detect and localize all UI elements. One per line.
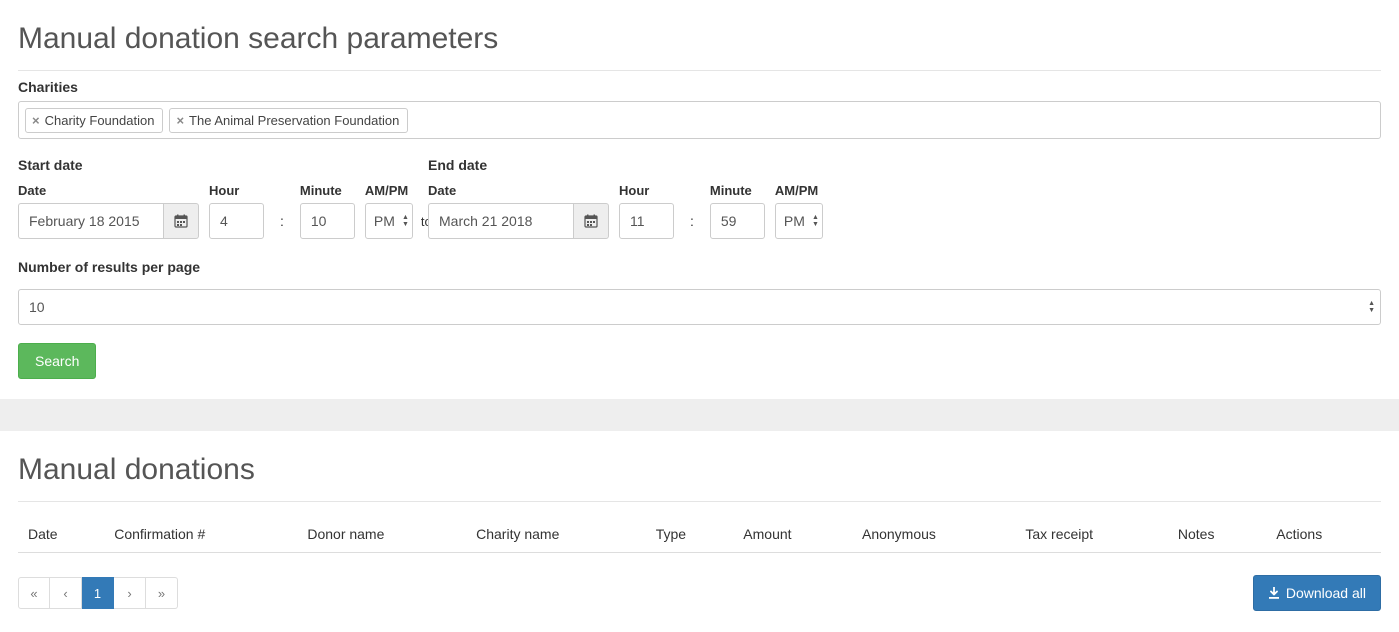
col-actions: Actions xyxy=(1266,518,1381,553)
pager-first-button[interactable]: « xyxy=(18,577,50,609)
col-date: Date xyxy=(18,518,104,553)
minute-sublabel: Minute xyxy=(300,183,355,198)
table-header-row: Date Confirmation # Donor name Charity n… xyxy=(18,518,1381,553)
charity-tag: × The Animal Preservation Foundation xyxy=(169,108,408,133)
charities-label: Charities xyxy=(18,79,1381,95)
pager-next-button[interactable]: › xyxy=(114,577,146,609)
ampm-value: PM xyxy=(374,213,395,229)
col-anonymous: Anonymous xyxy=(852,518,1015,553)
end-minute-input[interactable] xyxy=(710,203,765,239)
remove-tag-icon[interactable]: × xyxy=(176,114,184,127)
select-arrows-icon: ▲▼ xyxy=(402,214,409,228)
end-hour-input[interactable] xyxy=(619,203,674,239)
charity-tag-label: Charity Foundation xyxy=(45,113,155,128)
calendar-button[interactable] xyxy=(573,203,609,239)
section-divider xyxy=(0,399,1399,431)
date-sublabel: Date xyxy=(428,183,609,198)
download-all-button[interactable]: Download all xyxy=(1253,575,1381,611)
charities-input[interactable]: × Charity Foundation × The Animal Preser… xyxy=(18,101,1381,139)
charity-tag-label: The Animal Preservation Foundation xyxy=(189,113,399,128)
end-date-label: End date xyxy=(428,157,828,173)
start-hour-input[interactable] xyxy=(209,203,264,239)
col-amount: Amount xyxy=(733,518,852,553)
results-title: Manual donations xyxy=(18,453,1381,502)
col-tax-receipt: Tax receipt xyxy=(1015,518,1168,553)
page-title: Manual donation search parameters xyxy=(18,22,1381,71)
time-colon: : xyxy=(684,203,700,239)
col-charity-name: Charity name xyxy=(466,518,646,553)
download-icon xyxy=(1268,587,1280,599)
pager-prev-button[interactable]: ‹ xyxy=(50,577,82,609)
end-ampm-select[interactable]: PM ▲▼ xyxy=(775,203,823,239)
col-confirmation: Confirmation # xyxy=(104,518,297,553)
calendar-icon xyxy=(584,214,598,228)
calendar-icon xyxy=(174,214,188,228)
calendar-button[interactable] xyxy=(163,203,199,239)
minute-sublabel: Minute xyxy=(710,183,765,198)
start-minute-input[interactable] xyxy=(300,203,355,239)
search-parameters-section: Manual donation search parameters Charit… xyxy=(0,0,1399,399)
start-date-input[interactable] xyxy=(18,203,163,239)
hour-sublabel: Hour xyxy=(209,183,264,198)
ampm-sublabel: AM/PM xyxy=(775,183,823,198)
results-section: Manual donations Date Confirmation # Don… xyxy=(0,431,1399,631)
time-colon: : xyxy=(274,203,290,239)
charity-tag: × Charity Foundation xyxy=(25,108,163,133)
start-ampm-select[interactable]: PM ▲▼ xyxy=(365,203,413,239)
end-date-input[interactable] xyxy=(428,203,573,239)
start-date-label: Start date xyxy=(18,157,418,173)
pager-page-button[interactable]: 1 xyxy=(82,577,114,609)
remove-tag-icon[interactable]: × xyxy=(32,114,40,127)
pagination: « ‹ 1 › » xyxy=(18,577,178,609)
end-date-group: End date Date Hour : Mi xyxy=(428,157,828,239)
hour-sublabel: Hour xyxy=(619,183,674,198)
results-per-page-value: 10 xyxy=(29,299,45,315)
search-button[interactable]: Search xyxy=(18,343,96,379)
col-donor-name: Donor name xyxy=(297,518,466,553)
results-table: Date Confirmation # Donor name Charity n… xyxy=(18,518,1381,553)
results-per-page-label: Number of results per page xyxy=(18,259,1381,275)
col-type: Type xyxy=(646,518,734,553)
results-per-page-select[interactable]: 10 xyxy=(18,289,1381,325)
ampm-sublabel: AM/PM xyxy=(365,183,413,198)
pager-last-button[interactable]: » xyxy=(146,577,178,609)
date-sublabel: Date xyxy=(18,183,199,198)
select-arrows-icon: ▲▼ xyxy=(812,214,819,228)
select-arrows-icon: ▲▼ xyxy=(1368,300,1375,314)
download-all-label: Download all xyxy=(1286,585,1366,601)
ampm-value: PM xyxy=(784,213,805,229)
start-date-group: Start date Date Hour : xyxy=(18,157,418,239)
col-notes: Notes xyxy=(1168,518,1266,553)
